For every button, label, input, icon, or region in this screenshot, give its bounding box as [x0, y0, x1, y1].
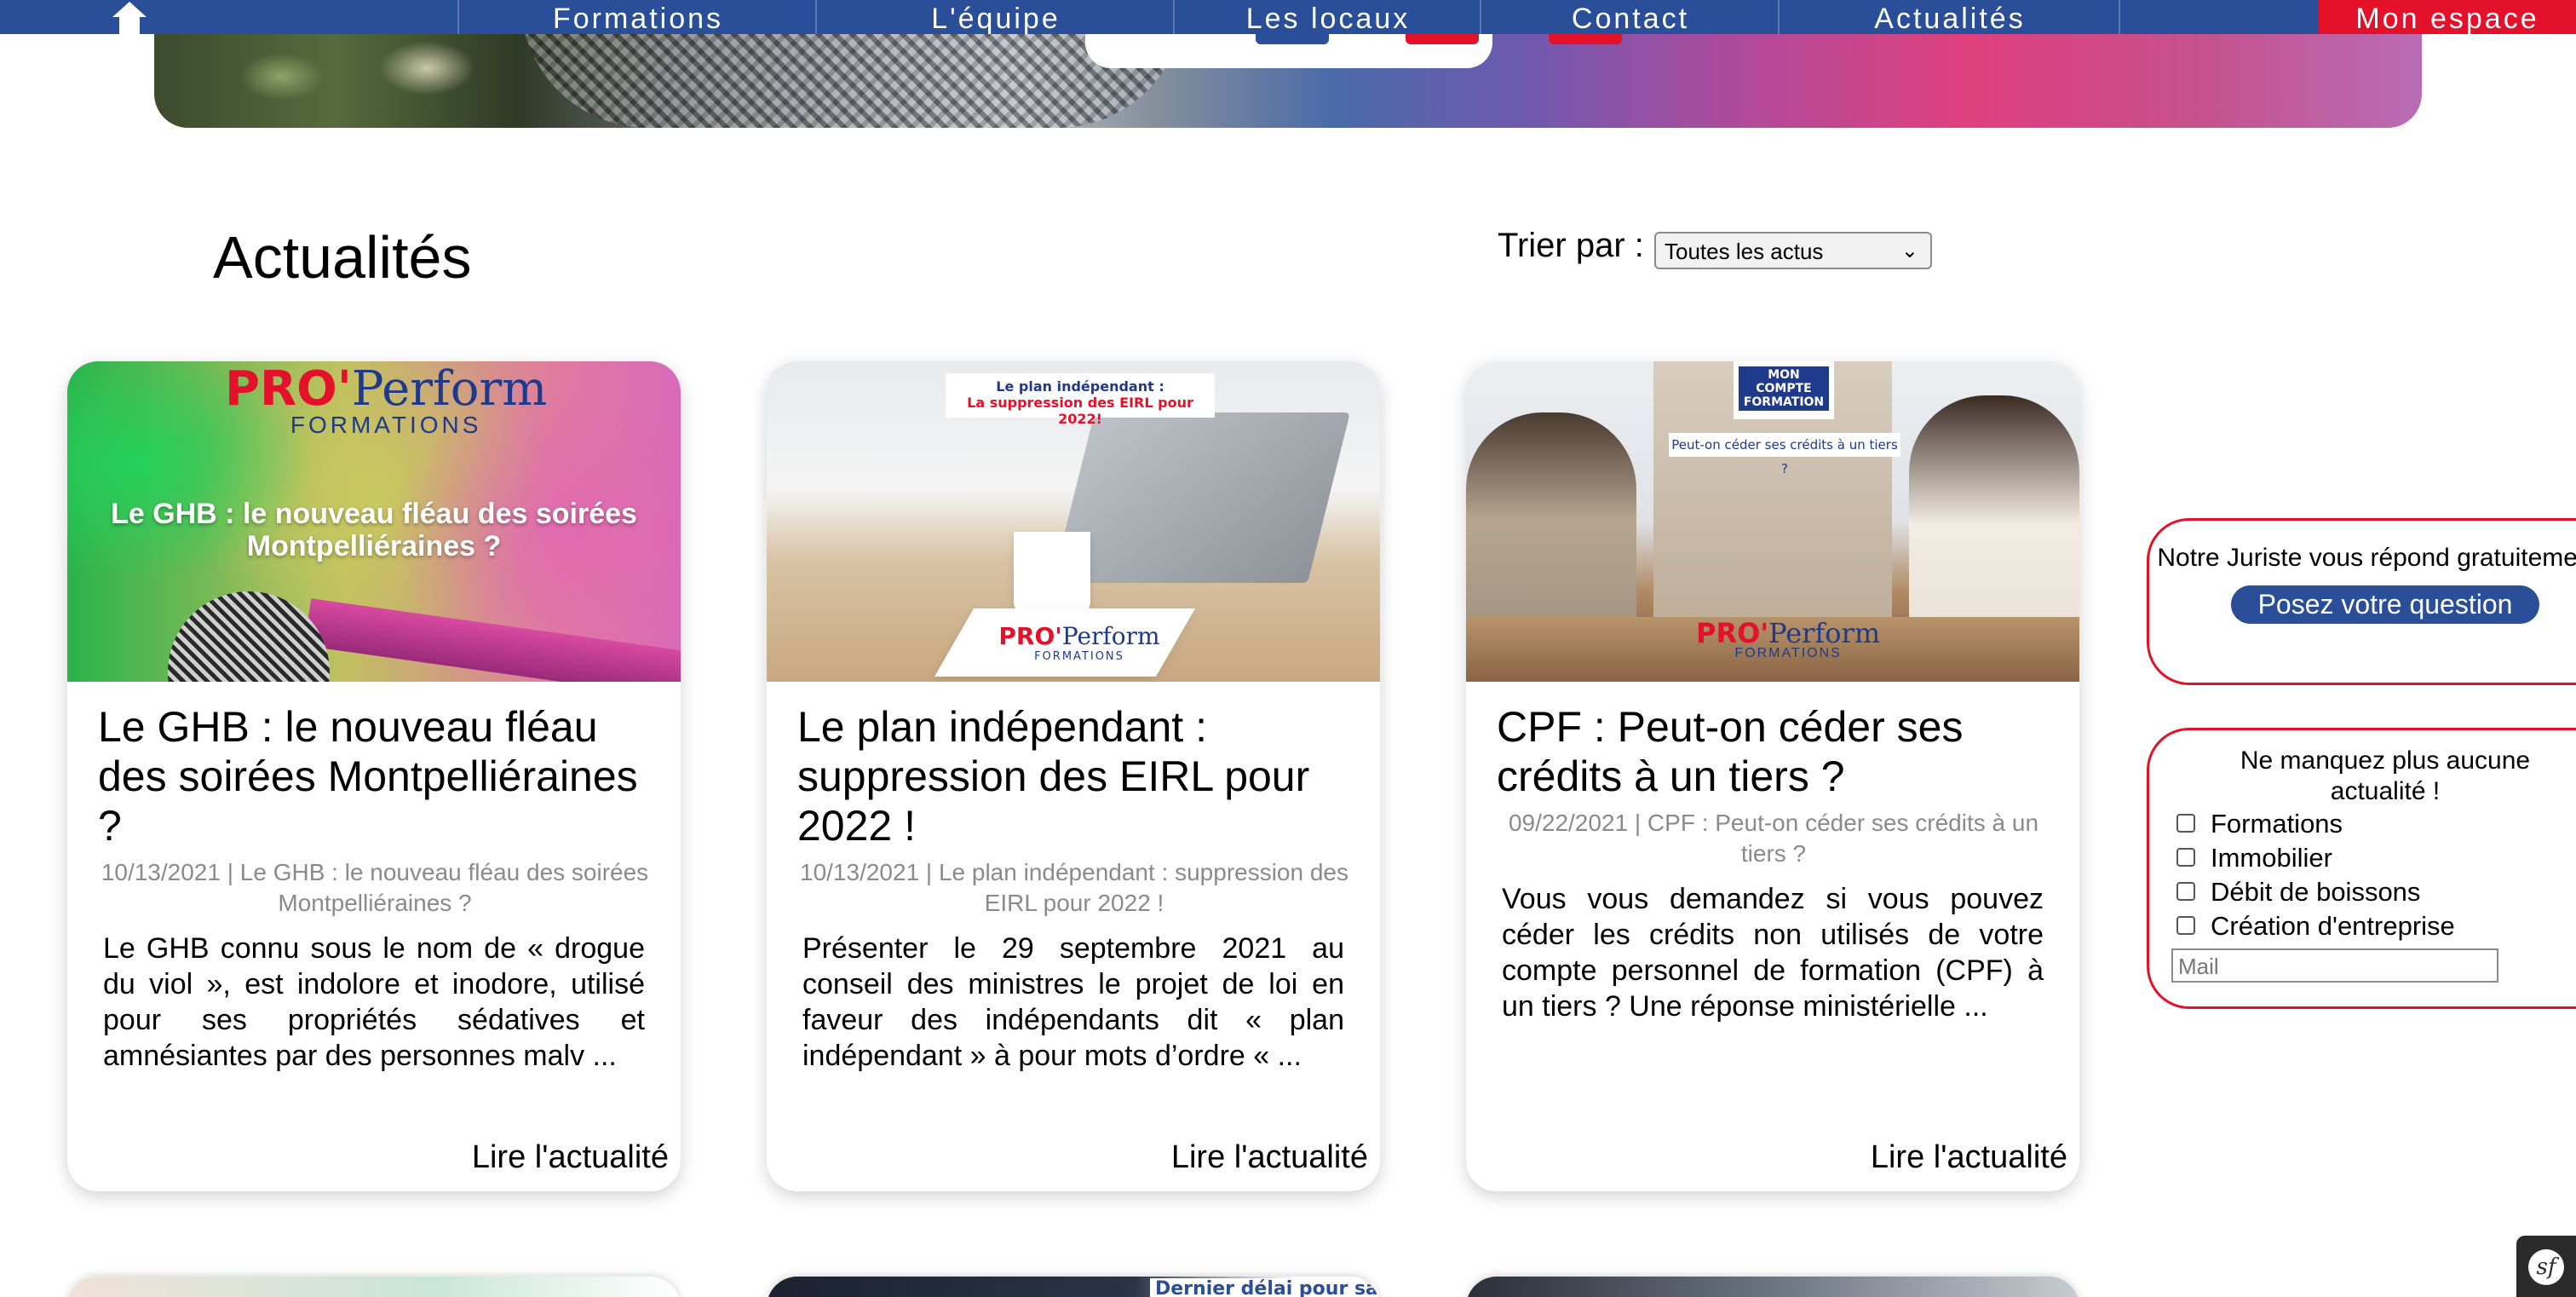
option-label: Débit de boissons: [2211, 877, 2421, 907]
juriste-widget: Notre Juriste vous répond gratuitement !…: [2147, 518, 2576, 685]
checkbox[interactable]: [2176, 915, 2195, 935]
card-image-cpf: MON COMPTE FORMATION Peut-on céder ses c…: [1466, 361, 2079, 682]
card-excerpt: Le GHB connu sous le nom de « drogue du …: [103, 932, 645, 1072]
laptop: [1052, 412, 1350, 583]
main-nav: Formations L'équipe Les locaux Contact A…: [0, 0, 2576, 35]
card-meta: 09/22/2021 | CPF : Peut-on céder ses cré…: [1508, 810, 2039, 867]
card-image-banner: Le plan indépendant : La suppression des…: [946, 373, 1215, 427]
nav-item-formations[interactable]: Formations: [457, 0, 817, 35]
read-more-link[interactable]: Lire l'actualité: [1871, 1139, 2067, 1176]
debug-toolbar-button[interactable]: sf: [2516, 1236, 2576, 1297]
news-card[interactable]: Le plan indépendant : La suppression des…: [767, 361, 1380, 1191]
microphone: [168, 591, 330, 682]
card-meta: 10/13/2021 | Le plan indépendant : suppr…: [800, 859, 1348, 916]
news-card[interactable]: PRO'Perform FORMATIONS Le GHB : le nouve…: [67, 361, 681, 1191]
nav-item-equipe[interactable]: L'équipe: [815, 0, 1175, 35]
nav-spacer: [2119, 0, 2320, 34]
juriste-widget-title: Notre Juriste vous répond gratuitement !: [2157, 544, 2576, 572]
newsletter-option-formations[interactable]: Formations: [2149, 807, 2576, 841]
card-image-ghb: PRO'Perform FORMATIONS Le GHB : le nouve…: [67, 361, 681, 682]
newsletter-widget: Ne manquez plus aucune actualité ! Forma…: [2147, 728, 2576, 1009]
properform-logo: PRO'Perform FORMATIONS: [998, 619, 1160, 670]
news-card[interactable]: MON COMPTE FORMATION Peut-on céder ses c…: [1466, 361, 2079, 1191]
sort-label: Trier par :: [1498, 227, 1644, 264]
newsletter-option-immobilier[interactable]: Immobilier: [2149, 841, 2576, 875]
symfony-icon: sf: [2528, 1249, 2564, 1285]
card-image-caption: Dernier délai pour saisi: [1150, 1278, 1380, 1297]
mon-compte-formation-badge: MON COMPTE FORMATION: [1734, 361, 1834, 419]
option-label: Immobilier: [2211, 843, 2332, 873]
card-image-caption: Le GHB : le nouveau fléau des soirées Mo…: [111, 498, 637, 562]
card-image-question: Peut-on céder ses crédits à un tiers ?: [1669, 433, 1900, 476]
news-card-partial[interactable]: [1466, 1277, 2079, 1297]
properform-logo: PRO'Perform FORMATIONS: [1696, 617, 1881, 660]
newsletter-option-debit-boissons[interactable]: Débit de boissons: [2149, 875, 2576, 909]
page-title: Actualités: [213, 224, 472, 291]
read-more-link[interactable]: Lire l'actualité: [1171, 1139, 1368, 1176]
mon-espace-button[interactable]: Mon espace: [2319, 0, 2576, 35]
card-title[interactable]: CPF : Peut-on céder ses crédits à un tie…: [1497, 702, 2050, 801]
newsletter-option-creation-entreprise[interactable]: Création d'entreprise: [2149, 909, 2576, 943]
properform-logo: PRO'Perform FORMATIONS: [225, 361, 548, 438]
mug: [1014, 532, 1090, 617]
news-card-partial[interactable]: [67, 1277, 681, 1297]
card-meta: 10/13/2021 | Le GHB : le nouveau fléau d…: [101, 859, 649, 916]
mail-input[interactable]: Mail: [2171, 948, 2498, 983]
nav-item-contact[interactable]: Contact: [1480, 0, 1780, 35]
newsletter-widget-title: Ne manquez plus aucune actualité !: [2240, 746, 2531, 805]
card-excerpt: Présenter le 29 septembre 2021 au consei…: [802, 932, 1344, 1072]
chevron-down-icon: ⌄: [1900, 239, 1918, 262]
checkbox[interactable]: [2176, 847, 2195, 867]
news-card-partial[interactable]: Dernier délai pour saisi: [767, 1277, 1380, 1297]
home-icon[interactable]: [109, 0, 150, 34]
ask-question-button[interactable]: Posez votre question: [2230, 585, 2540, 624]
card-title[interactable]: Le GHB : le nouveau fléau des soirées Mo…: [98, 702, 652, 850]
sort-select[interactable]: Toutes les actus ⌄: [1654, 232, 1932, 269]
nav-item-actualites[interactable]: Actualités: [1778, 0, 2120, 35]
checkbox[interactable]: [2176, 881, 2195, 901]
option-label: Création d'entreprise: [2211, 911, 2455, 941]
sort-selected-value: Toutes les actus: [1665, 239, 1824, 264]
read-more-link[interactable]: Lire l'actualité: [472, 1139, 669, 1176]
card-image-plan-independant: Le plan indépendant : La suppression des…: [767, 361, 1380, 682]
checkbox[interactable]: [2176, 813, 2195, 833]
card-excerpt: Vous vous demandez si vous pouvez céder …: [1502, 883, 2044, 1023]
card-title[interactable]: Le plan indépendant : suppression des EI…: [797, 702, 1351, 850]
nav-item-locaux[interactable]: Les locaux: [1173, 0, 1481, 35]
mic-stand: [304, 598, 681, 682]
option-label: Formations: [2211, 809, 2343, 839]
